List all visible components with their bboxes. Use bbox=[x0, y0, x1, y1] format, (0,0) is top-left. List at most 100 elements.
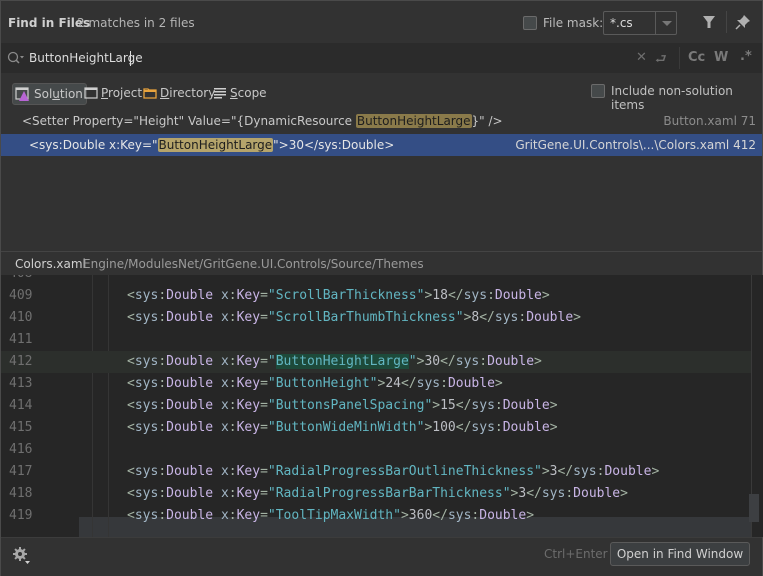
result-location: GritGene.UI.Controls\...\Colors.xaml 412 bbox=[515, 138, 756, 152]
code-text: <sys:Double x:Key="ButtonHeightLarge">30… bbox=[127, 354, 542, 369]
token: x bbox=[220, 486, 229, 501]
token: > bbox=[573, 310, 581, 325]
result-row[interactable]: <Setter Property="Height" Value="{Dynami… bbox=[1, 110, 762, 132]
token: > bbox=[400, 508, 409, 523]
token: : bbox=[158, 354, 167, 369]
token: x bbox=[220, 398, 229, 413]
code-line: 415 <sys:Double x:Key="ButtonWideMinWidth… bbox=[1, 417, 751, 439]
token: Double bbox=[494, 288, 542, 303]
token: > bbox=[549, 398, 558, 413]
line-number: 412 bbox=[9, 354, 33, 369]
token: > bbox=[549, 420, 558, 435]
token: </ bbox=[400, 376, 417, 391]
token: </ bbox=[440, 354, 456, 369]
token: Double bbox=[487, 354, 535, 369]
file-mask-checkbox[interactable] bbox=[523, 16, 537, 30]
token: : bbox=[158, 398, 167, 413]
code-line: 412 <sys:Double x:Key="ButtonHeightLarge"… bbox=[1, 351, 751, 373]
token: Key bbox=[236, 376, 261, 391]
search-icon[interactable] bbox=[7, 51, 25, 68]
token: = bbox=[260, 310, 268, 325]
search-input[interactable] bbox=[29, 49, 629, 67]
token: sys bbox=[134, 310, 159, 325]
token: Double bbox=[573, 486, 621, 501]
token: RadialProgressBarBarThickness bbox=[275, 486, 503, 501]
tab-project[interactable]: Project bbox=[84, 83, 142, 103]
token: x bbox=[220, 508, 229, 523]
token: : bbox=[228, 420, 237, 435]
token: sys bbox=[573, 464, 597, 479]
newline-icon[interactable]: ⮐ bbox=[655, 50, 667, 72]
scope-icon bbox=[214, 88, 226, 99]
result-row-selected[interactable]: <sys:Double x:Key="ButtonHeightLarge">30… bbox=[1, 134, 762, 156]
scrollbar-thumb[interactable] bbox=[749, 494, 759, 522]
folder-icon bbox=[143, 88, 157, 99]
token: 360 bbox=[408, 508, 433, 523]
token: RadialProgressBarOutlineThickness bbox=[275, 464, 535, 479]
tab-solution[interactable]: Solution bbox=[12, 83, 87, 105]
token: : bbox=[487, 288, 495, 303]
match-highlight: ButtonHeightLarge bbox=[355, 114, 472, 128]
token: : bbox=[158, 288, 167, 303]
token: " bbox=[502, 486, 511, 501]
chevron-down-icon[interactable] bbox=[662, 21, 672, 26]
tab-label: Solution bbox=[34, 87, 83, 101]
token: < bbox=[127, 354, 135, 369]
tab-directory[interactable]: Directory bbox=[143, 83, 215, 103]
token: sys bbox=[455, 354, 480, 369]
token: x bbox=[220, 420, 229, 435]
code-preview[interactable]: 408409<sys:Double x:Key="ScrollBarThickn… bbox=[1, 275, 762, 537]
line-number: 410 bbox=[9, 310, 33, 325]
token: " bbox=[534, 464, 542, 479]
token: > bbox=[534, 354, 542, 369]
token: : bbox=[228, 288, 237, 303]
settings-icon[interactable] bbox=[12, 546, 32, 569]
token: : bbox=[494, 398, 503, 413]
token: > bbox=[494, 376, 503, 391]
code-line: 416 bbox=[1, 439, 751, 461]
tab-scope[interactable]: Scope bbox=[213, 83, 267, 103]
token: Key bbox=[236, 398, 261, 413]
token: < bbox=[127, 508, 135, 523]
code-text: <sys:Double x:Key="ButtonsPanelSpacing">… bbox=[127, 398, 558, 413]
regex-toggle[interactable]: .* bbox=[740, 49, 752, 64]
token: Double bbox=[166, 464, 214, 479]
token: ToolTipMaxWidth bbox=[275, 508, 394, 523]
match-case-toggle[interactable]: Cc bbox=[688, 50, 705, 65]
filter-icon[interactable] bbox=[702, 15, 716, 32]
file-mask-value: *.cs bbox=[610, 16, 633, 30]
dialog-footer: Ctrl+Enter Open in Find Window bbox=[1, 537, 762, 576]
include-non-solution-checkbox[interactable] bbox=[591, 84, 605, 98]
whole-words-toggle[interactable]: W bbox=[714, 50, 728, 65]
token: Double bbox=[604, 464, 652, 479]
token: x bbox=[220, 376, 229, 391]
code-line: 411 bbox=[1, 329, 751, 351]
token: ScrollBarThumbThickness bbox=[275, 310, 456, 325]
code-line: 410 <sys:Double x:Key="ScrollBarThumbThic… bbox=[1, 307, 751, 329]
token: = bbox=[260, 354, 268, 369]
token: ButtonsPanelSpacing bbox=[275, 398, 425, 413]
pin-icon[interactable] bbox=[735, 14, 751, 33]
token: ScrollBarThickness bbox=[275, 288, 417, 303]
token: Double bbox=[166, 288, 214, 303]
include-non-solution-label[interactable]: Include non-solution items bbox=[611, 84, 762, 112]
token: : bbox=[228, 398, 237, 413]
token: = bbox=[260, 288, 268, 303]
open-in-find-window-button[interactable]: Open in Find Window bbox=[610, 542, 750, 566]
file-mask-combobox[interactable]: *.cs bbox=[603, 11, 677, 35]
token: sys bbox=[134, 508, 159, 523]
tab-label: Directory bbox=[160, 86, 216, 100]
token: </ bbox=[432, 508, 448, 523]
code-text: <sys:Double x:Key="RadialProgressBarOutl… bbox=[127, 464, 659, 479]
text-caret bbox=[130, 51, 131, 66]
result-location: Button.xaml 71 bbox=[663, 114, 756, 128]
code-line: 417 <sys:Double x:Key="RadialProgressBarO… bbox=[1, 461, 751, 483]
token: </ bbox=[479, 310, 495, 325]
token: " bbox=[267, 310, 276, 325]
token: " bbox=[267, 508, 276, 523]
token: < bbox=[127, 288, 135, 303]
token: = bbox=[260, 398, 268, 413]
clear-icon[interactable]: ✕ bbox=[636, 50, 647, 65]
